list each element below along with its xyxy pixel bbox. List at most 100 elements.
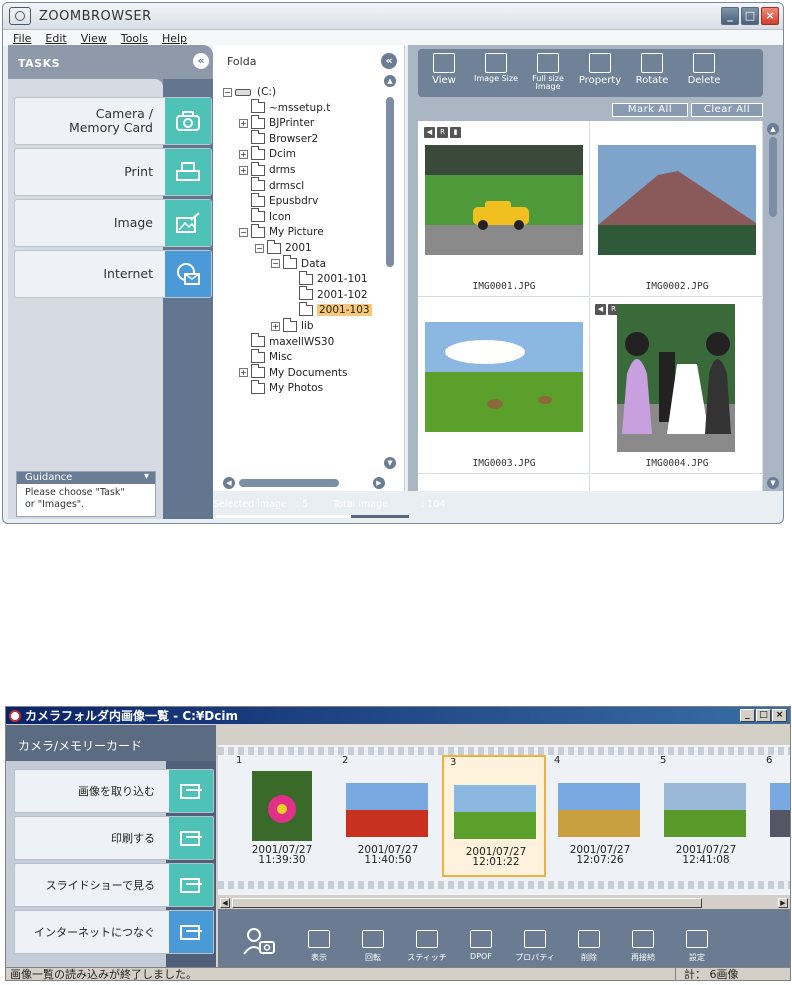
tasks-panel: TASKS « Camera / Memory Card Print Image — [8, 45, 213, 519]
image-mountain — [598, 145, 756, 255]
expand-icon[interactable]: + — [239, 165, 248, 175]
thumbnail-cell[interactable]: IMG0003.JPG — [418, 298, 590, 474]
delete-icon — [693, 53, 715, 73]
tree-node[interactable]: drmscl — [239, 177, 304, 193]
task-label: スライドショーで見る — [45, 879, 155, 892]
view-button[interactable]: View — [418, 49, 470, 97]
jp-task-button[interactable]: 画像を取り込む — [14, 769, 214, 813]
rotate-button[interactable]: Rotate — [626, 49, 678, 97]
camera-user-icon[interactable] — [242, 926, 292, 969]
tree-node[interactable]: + My Documents — [239, 364, 347, 380]
full-size-image-button[interactable]: Full size Image — [522, 49, 574, 97]
tree-node[interactable]: Icon — [239, 208, 291, 224]
menu-tools[interactable]: Tools — [121, 32, 148, 45]
folder-icon — [251, 114, 265, 129]
task-print[interactable]: Print — [14, 148, 212, 196]
tree-vertical-scrollbar[interactable]: ▲ ▼ — [384, 75, 396, 469]
thumbnail-cell[interactable]: ◀ R IMG0004.JPG — [591, 298, 763, 474]
film-frame[interactable]: 5 2001/07/27 12:41:08 — [654, 755, 758, 877]
film-frame[interactable]: 1 2001/07/27 11:39:30 — [230, 755, 334, 877]
title-bar[interactable]: カメラフォルダ内画像一覧 - C:¥Dcim _ □ × — [6, 707, 790, 724]
menu-edit[interactable]: Edit — [45, 32, 66, 45]
maximize-button[interactable]: □ — [741, 7, 759, 25]
guidance-header[interactable]: Guidance — [17, 471, 155, 484]
camera-icon — [165, 98, 211, 144]
jp-task-button[interactable]: 印刷する — [14, 816, 214, 860]
section-title: カメラ/メモリーカード — [6, 725, 216, 761]
tree-horizontal-scrollbar[interactable]: ◀ ▶ — [223, 477, 385, 489]
delete-button[interactable]: Delete — [678, 49, 730, 97]
tree-node[interactable]: + drms — [239, 161, 296, 177]
collapse-tasks-icon[interactable]: « — [193, 53, 209, 69]
minimize-button[interactable]: _ — [740, 709, 755, 722]
film-frame[interactable]: 4 2001/07/27 12:07:26 — [548, 755, 652, 877]
filmstrip-scrollbar[interactable]: ◀ ▶ — [218, 897, 790, 909]
menu-file[interactable]: File — [13, 32, 31, 45]
tree-node[interactable]: Misc — [239, 348, 292, 364]
collapse-node-icon[interactable]: − — [271, 259, 280, 269]
clear-all-button[interactable]: Clear All — [691, 103, 763, 117]
thumbnail-cell[interactable]: IMG0002.JPG — [591, 121, 763, 297]
tool-button[interactable]: プロパティ — [508, 930, 562, 969]
collapse-folder-icon[interactable]: « — [381, 53, 397, 69]
title-bar[interactable]: ZOOMBROWSER _ □ × — [3, 3, 783, 30]
jp-task-button[interactable]: インターネットにつなぐ — [14, 910, 214, 954]
property-button[interactable]: Property — [574, 49, 626, 97]
tree-node[interactable]: + Dcim — [239, 145, 296, 161]
minimize-button[interactable]: _ — [721, 7, 739, 25]
film-frame[interactable]: 2 2001/07/27 11:40:50 — [336, 755, 440, 877]
tool-icon — [632, 930, 654, 948]
tree-node[interactable]: Browser2 — [239, 130, 318, 146]
film-frame[interactable]: 6 2001 — [760, 755, 790, 877]
tool-button[interactable]: スティッチ — [400, 930, 454, 969]
tree-node[interactable]: − 2001 — [255, 239, 312, 255]
menu-help[interactable]: Help — [162, 32, 187, 45]
collapse-node-icon[interactable]: − — [255, 243, 264, 253]
image-size-button[interactable]: Image Size — [470, 49, 522, 97]
tree-node[interactable]: 2001-103 — [287, 301, 372, 317]
tree-node[interactable]: − Data — [271, 255, 326, 271]
tree-node[interactable]: My Photos — [239, 379, 323, 395]
tool-button[interactable]: 回転 — [346, 930, 400, 969]
collapse-node-icon[interactable]: − — [239, 227, 248, 237]
expand-icon[interactable]: + — [239, 368, 248, 378]
tool-button[interactable]: 表示 — [292, 930, 346, 969]
tool-button[interactable]: DPOF — [454, 930, 508, 969]
tool-button[interactable]: 削除 — [562, 930, 616, 969]
tree-node[interactable]: − My Picture — [239, 223, 324, 239]
film-frame[interactable]: 3 2001/07/27 12:01:22 — [442, 755, 546, 877]
task-image[interactable]: Image — [14, 199, 212, 247]
tree-node[interactable]: 2001-102 — [287, 286, 368, 302]
collapse-node-icon[interactable]: − — [223, 87, 232, 97]
close-button[interactable]: × — [761, 7, 779, 25]
expand-icon[interactable]: + — [271, 321, 280, 331]
close-button[interactable]: × — [772, 709, 787, 722]
tree-node[interactable]: + BJPrinter — [239, 114, 314, 130]
expand-icon[interactable]: + — [239, 149, 248, 159]
maximize-button[interactable]: □ — [756, 709, 771, 722]
task-internet[interactable]: Internet — [14, 250, 212, 298]
tree-node-label: ~mssetup.t — [269, 101, 331, 114]
tree-node-label: drms — [269, 164, 296, 176]
mark-all-button[interactable]: Mark All — [612, 103, 688, 117]
tree-node[interactable]: maxellWS30 — [239, 333, 334, 349]
image-edit-icon — [165, 200, 211, 246]
frame-time: 12:07:26 — [576, 854, 624, 866]
tree-node[interactable]: 2001-101 — [287, 270, 368, 286]
folder-icon — [251, 99, 265, 114]
tool-button[interactable]: 再接続 — [616, 930, 670, 969]
tool-button[interactable]: 設定 — [670, 930, 724, 969]
tree-node[interactable]: Epusbdrv — [239, 192, 318, 208]
tool-label: 設定 — [689, 953, 705, 962]
tree-node[interactable]: − (C:) — [223, 85, 276, 99]
tool-icon — [362, 930, 384, 948]
image-caption: IMG0003.JPG — [472, 458, 536, 469]
expand-icon[interactable]: + — [239, 118, 248, 128]
task-camera-memory-card[interactable]: Camera / Memory Card — [14, 97, 212, 145]
tree-node[interactable]: + lib — [271, 317, 314, 333]
jp-task-button[interactable]: スライドショーで見る — [14, 863, 214, 907]
grid-vertical-scrollbar[interactable]: ▲ ▼ — [767, 123, 779, 491]
thumbnail-cell[interactable]: ◀ R ▮ IMG0001.JPG — [418, 121, 590, 297]
tree-node[interactable]: ~mssetup.t — [239, 99, 331, 115]
menu-view[interactable]: View — [81, 32, 107, 45]
